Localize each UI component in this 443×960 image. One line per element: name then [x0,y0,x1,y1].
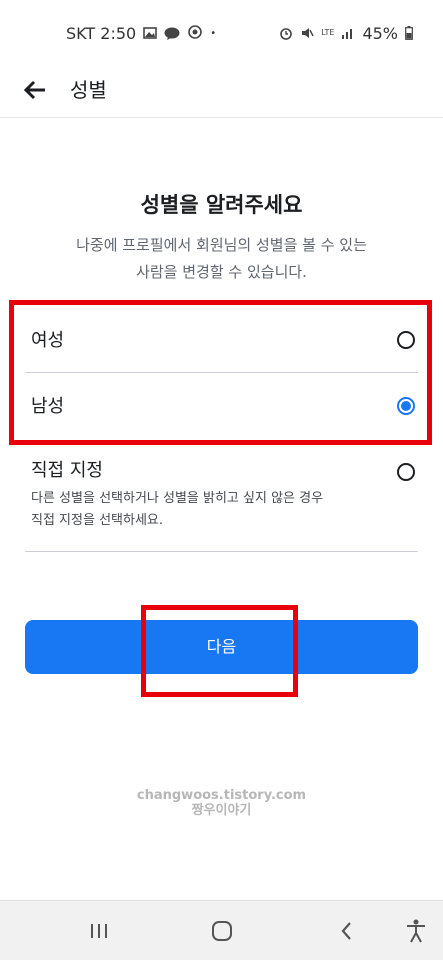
option-custom-description: 다른 성별을 선택하거나 성별을 밝히고 싶지 않은 경우 직접 지정을 선택하… [31,488,391,532]
app-bar: 성별 [0,66,443,118]
gender-description-line-1: 나중에 프로필에서 회원님의 성별을 볼 수 있는 [76,236,367,254]
option-custom-label: 직접 지정 [31,460,103,481]
option-custom-description-line-2: 직접 지정을 선택하세요. [31,513,163,528]
gender-description-line-2: 사람을 변경할 수 있습니다. [136,263,307,281]
highlight-box-options [9,300,432,445]
home-icon[interactable] [209,918,235,944]
alarm-icon [280,28,292,40]
chat-bubble-icon [164,27,180,40]
notification-dot: • [210,27,217,39]
page-title: 성별 [70,78,107,102]
carrier-time: SKT 2:50 [66,23,137,43]
image-icon [143,27,158,39]
status-bar: SKT 2:50 • LTE 45% [0,0,443,66]
gender-description: 나중에 프로필에서 회원님의 성별을 볼 수 있는 사람을 변경할 수 있습니다… [40,232,403,286]
watermark-name: 짱우이야기 [191,803,252,818]
status-bar-right: LTE 45% [279,24,413,43]
battery-icon [405,26,413,40]
lte-icon: LTE [321,28,335,37]
signal-icon [342,29,353,39]
gender-heading: 성별을 알려주세요 [140,193,303,217]
option-custom-description-line-1: 다른 성별을 선택하거나 성별을 밝히고 싶지 않은 경우 [31,491,324,506]
mute-icon [302,28,314,38]
watermark-url: changwoos.tistory.com [136,788,307,803]
navigation-bar [0,900,443,960]
radio-custom[interactable] [397,463,415,481]
accessibility-icon[interactable] [403,918,429,944]
back-arrow-icon[interactable] [22,77,48,103]
status-bar-left: SKT 2:50 • [66,24,216,43]
back-nav-icon[interactable] [334,918,360,944]
watermark: changwoos.tistory.com 짱우이야기 [0,788,443,818]
recent-apps-icon[interactable] [86,918,112,944]
battery-percent: 45% [362,23,398,43]
location-pin-icon [188,25,203,39]
highlight-box-button [141,605,298,697]
option-custom[interactable]: 직접 지정 다른 성별을 선택하거나 성별을 밝히고 싶지 않은 경우 직접 지… [25,452,418,552]
